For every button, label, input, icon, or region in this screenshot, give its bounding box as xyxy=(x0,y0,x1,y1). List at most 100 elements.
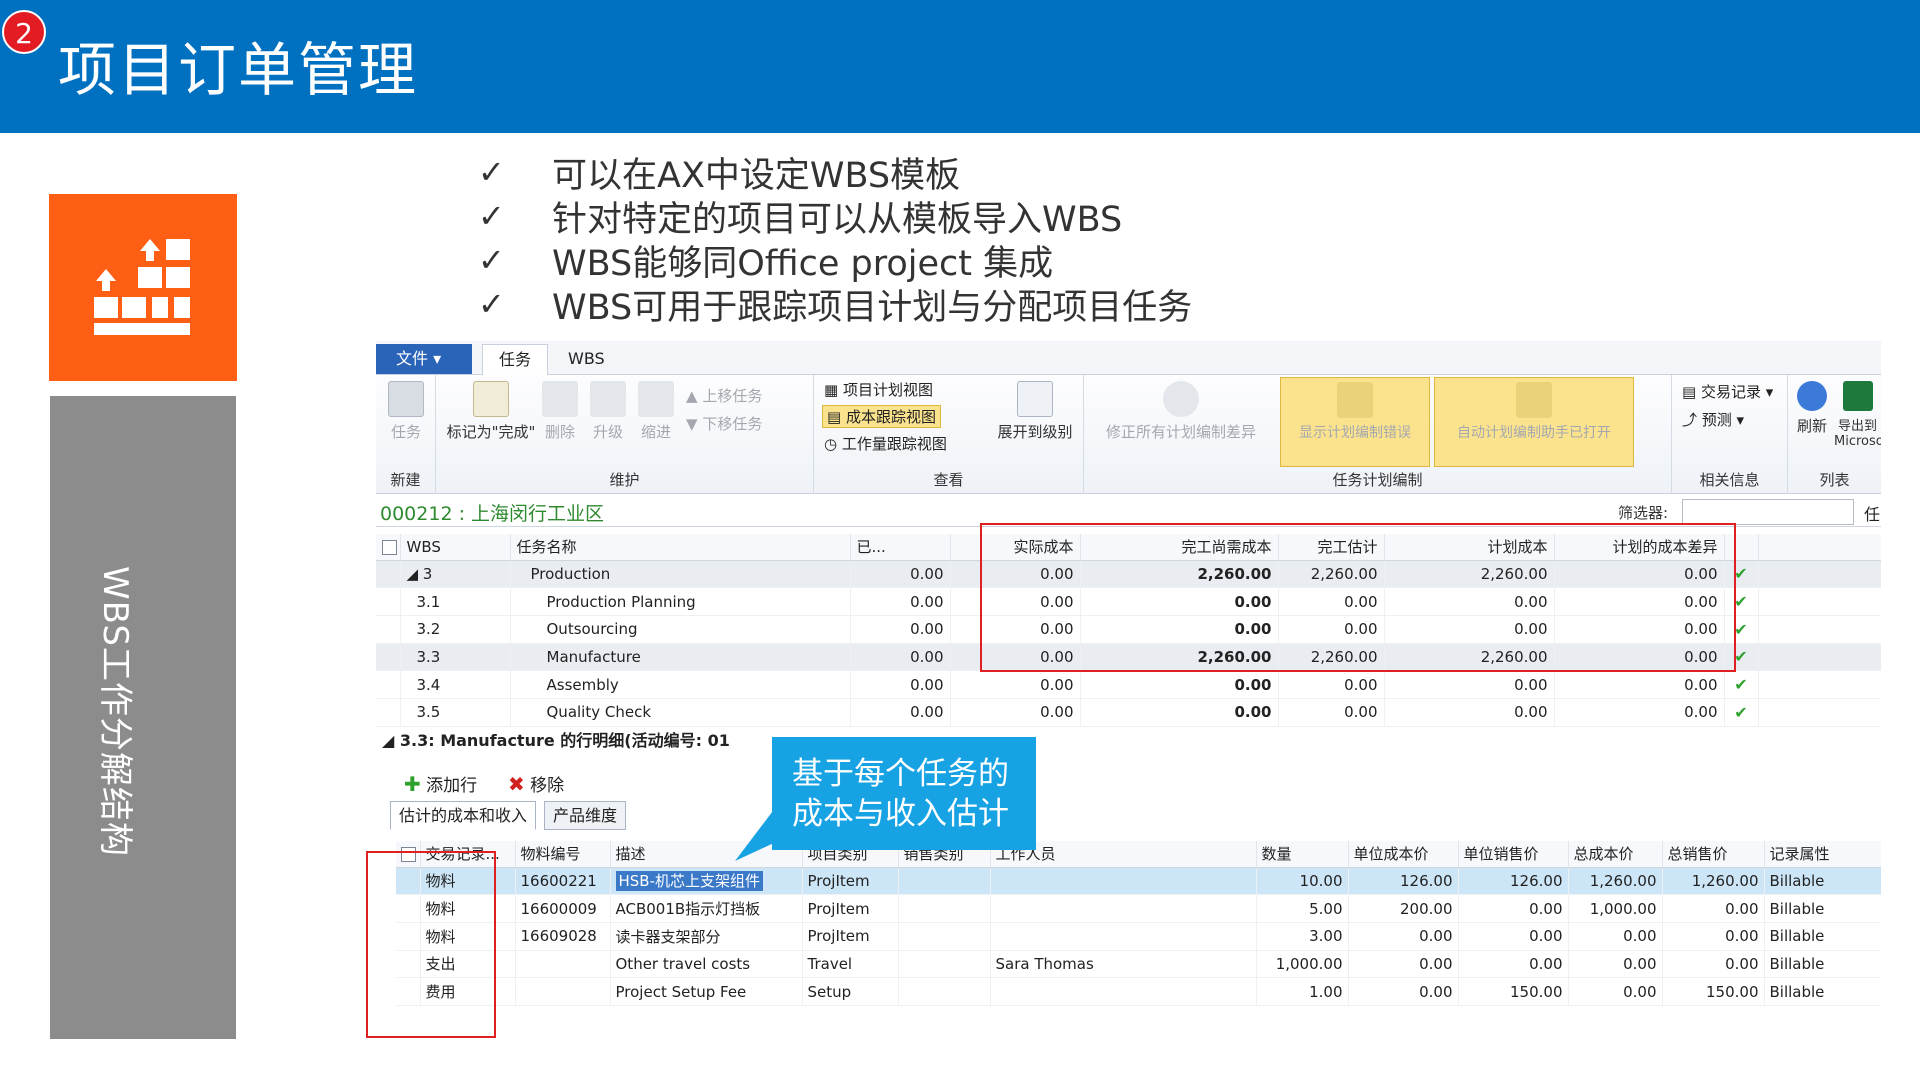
hierarchy-icon xyxy=(1017,381,1053,417)
col-task-name[interactable]: 任务名称 xyxy=(510,534,851,561)
group-label: 新建 xyxy=(390,471,421,489)
col-wbs[interactable]: WBS xyxy=(400,534,511,561)
filter-truncated-label: 任 xyxy=(1864,505,1881,524)
completed-value: 0.00 xyxy=(850,560,951,589)
filter-input[interactable] xyxy=(1682,499,1854,525)
completed-value: 0.00 xyxy=(850,670,951,699)
total-cost: 1,260.00 xyxy=(1568,867,1663,896)
row-selector xyxy=(376,698,401,727)
task-name: Manufacture xyxy=(510,643,851,672)
forecast-button[interactable]: ⤴ 预测 ▾ xyxy=(1682,409,1744,430)
description: 读卡器支架部分 xyxy=(610,922,803,951)
col-unit-sales[interactable]: 单位销售价 xyxy=(1458,841,1569,868)
filler-cell xyxy=(1758,643,1881,672)
completed-value: 0.00 xyxy=(850,587,951,616)
sales-category xyxy=(898,950,991,979)
unit-cost: 0.00 xyxy=(1348,922,1459,951)
line-details-title[interactable]: ◢ 3.3: Manufacture 的行明细(活动编号: 01 xyxy=(382,727,730,751)
export-to-excel-button[interactable]: 导出到 Microsoft xyxy=(1834,381,1881,449)
excel-icon xyxy=(1842,381,1873,411)
line-property: Billable xyxy=(1764,922,1881,951)
tab-wbs[interactable]: WBS xyxy=(552,344,621,376)
ribbon-group-new: 任务 新建 xyxy=(376,375,436,494)
delete-button[interactable]: 删除 xyxy=(538,381,582,442)
col-total-cost[interactable]: 总成本价 xyxy=(1568,841,1663,868)
bullet-item: ✓ WBS可用于跟踪项目计划与分配项目任务 xyxy=(478,285,1193,328)
project-category: Travel xyxy=(802,950,899,979)
task-name: Production xyxy=(510,560,851,589)
tab-task[interactable]: 任务 xyxy=(482,344,549,376)
group-label: 相关信息 xyxy=(1699,471,1760,489)
bullet-item: ✓ 针对特定的项目可以从模板导入WBS xyxy=(478,197,1123,240)
wbs-icon-tile xyxy=(49,194,237,381)
total-cost: 0.00 xyxy=(1568,950,1663,979)
estimate-to-complete: 0.00 xyxy=(1080,698,1279,727)
mark-complete-button[interactable]: 标记为"完成" xyxy=(446,381,536,442)
estimate-line-row[interactable]: 物料 16600009 ACB001B指示灯挡板 ProjItem 5.00 200.00… xyxy=(396,894,1881,923)
project-plan-view-button[interactable]: ▦ 项目计划视图 xyxy=(824,379,933,400)
planned-cost: 0.00 xyxy=(1384,698,1555,727)
add-line-button[interactable]: ✚ 添加行 xyxy=(404,771,477,796)
row-selector xyxy=(376,587,401,616)
group-label: 维护 xyxy=(609,471,640,489)
estimate-at-complete: 0.00 xyxy=(1278,698,1385,727)
show-schedule-errors-button[interactable]: 显示计划编制错误 xyxy=(1280,377,1430,467)
promote-button[interactable]: 升级 xyxy=(586,381,630,442)
col-quantity[interactable]: 数量 xyxy=(1256,841,1349,868)
wbs-code: 3.1 xyxy=(400,587,511,616)
col-completed[interactable]: 已... xyxy=(850,534,951,561)
tab-file[interactable]: 文件 ▾ xyxy=(376,344,472,374)
estimate-line-row[interactable]: 物料 16609028 读卡器支架部分 ProjItem 3.00 0.00 0.00 0.0… xyxy=(396,922,1881,951)
move-up-button[interactable]: ▲ 上移任务 xyxy=(686,385,762,406)
tab-product-dimensions[interactable]: 产品维度 xyxy=(544,801,627,830)
tab-estimates[interactable]: 估计的成本和收入 xyxy=(390,801,537,830)
wbs-task-row[interactable]: 3.4 Assembly 0.00 0.00 0.00 0.00 0.00 0.00 ✔ xyxy=(376,670,1881,699)
unit-sales-price: 0.00 xyxy=(1458,950,1569,979)
col-total-sales[interactable]: 总销售价 xyxy=(1662,841,1765,868)
col-line-property[interactable]: 记录属性 xyxy=(1764,841,1881,868)
total-sales: 0.00 xyxy=(1662,922,1765,951)
quantity: 10.00 xyxy=(1256,867,1349,896)
total-sales: 150.00 xyxy=(1662,977,1765,1006)
move-down-button[interactable]: ▼ 下移任务 xyxy=(686,413,762,434)
description-edit-field[interactable]: HSB-机芯上支架组件 xyxy=(615,871,764,892)
wbs-task-row[interactable]: 3.5 Quality Check 0.00 0.00 0.00 0.00 0.00 0.00… xyxy=(376,698,1881,727)
task-name: Assembly xyxy=(510,670,851,699)
remove-button[interactable]: ✖ 移除 xyxy=(508,771,564,796)
sales-category xyxy=(898,977,991,1006)
estimate-line-row[interactable]: 支出 Other travel costs Travel Sara Thomas 1,0… xyxy=(396,950,1881,979)
col-unit-cost[interactable]: 单位成本价 xyxy=(1348,841,1459,868)
demote-button[interactable]: 缩进 xyxy=(634,381,678,442)
estimate-line-row[interactable]: 费用 Project Setup Fee Setup 1.00 0.00 150.00 0.… xyxy=(396,977,1881,1006)
auto-schedule-assistant-button[interactable]: 自动计划编制助手已打开 xyxy=(1434,377,1634,467)
group-label: 列表 xyxy=(1819,471,1850,489)
item-number xyxy=(515,950,611,979)
quantity: 5.00 xyxy=(1256,894,1349,923)
refresh-button[interactable]: 刷新 xyxy=(1792,381,1832,436)
new-task-button[interactable]: 任务 xyxy=(382,381,430,442)
estimate-line-row[interactable]: 物料 16600221 HSB-机芯上支架组件 ProjItem 10.00 126.00… xyxy=(396,867,1881,896)
ribbon-group-list: 刷新 导出到 Microsoft 列表 xyxy=(1788,375,1881,494)
error-list-icon xyxy=(1337,382,1373,418)
select-all-checkbox[interactable] xyxy=(376,534,401,561)
cost-tracking-view-button[interactable]: ▤ 成本跟踪视图 xyxy=(822,405,941,428)
check-icon: ✓ xyxy=(478,241,505,279)
fix-all-variances-button[interactable]: 修正所有计划编制差异 xyxy=(1092,381,1270,442)
unit-sales-price: 126.00 xyxy=(1458,867,1569,896)
filler-cell xyxy=(1758,698,1881,727)
check-icon: ✓ xyxy=(478,153,505,191)
expand-to-level-button[interactable]: 展开到级别 xyxy=(990,381,1080,442)
description[interactable]: HSB-机芯上支架组件 xyxy=(610,867,803,896)
actual-cost: 0.00 xyxy=(950,698,1081,727)
line-action-bar: ✚ 添加行 ✖ 移除 xyxy=(376,765,1881,799)
line-property: Billable xyxy=(1764,894,1881,923)
estimate-to-complete: 0.00 xyxy=(1080,670,1279,699)
quantity: 1.00 xyxy=(1256,977,1349,1006)
task-icon xyxy=(388,381,424,417)
col-item-number[interactable]: 物料编号 xyxy=(515,841,611,868)
planned-cost: 0.00 xyxy=(1384,670,1555,699)
effort-tracking-view-button[interactable]: ◷ 工作量跟踪视图 xyxy=(824,433,947,454)
quantity: 3.00 xyxy=(1256,922,1349,951)
transactions-button[interactable]: ▤ 交易记录 ▾ xyxy=(1682,381,1773,402)
estimate-lines-grid: 交易记录... 物料编号 描述 项目类别 销售类别 工作人员 数量 单位成本价 … xyxy=(396,841,1881,1006)
